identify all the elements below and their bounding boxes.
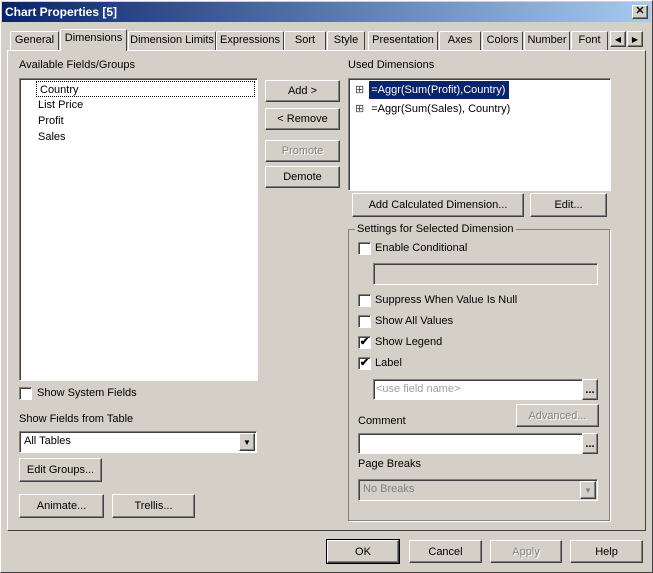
help-button[interactable]: Help bbox=[570, 540, 643, 563]
remove-button[interactable]: < Remove bbox=[265, 108, 340, 130]
ok-button[interactable]: OK bbox=[326, 539, 400, 564]
page-breaks-select[interactable]: No Breaks ▼ bbox=[358, 479, 598, 501]
list-item-dimension-1[interactable]: ⊞ =Aggr(Sum(Profit),Country) bbox=[351, 81, 608, 99]
label-input[interactable]: <use field name> bbox=[373, 379, 583, 400]
comment-input[interactable] bbox=[358, 433, 583, 454]
check-icon: ✔ bbox=[359, 357, 370, 369]
close-icon: ✕ bbox=[635, 5, 645, 17]
tab-colors[interactable]: Colors bbox=[482, 31, 523, 50]
available-fields-list[interactable]: Country List Price Profit Sales bbox=[19, 78, 258, 381]
show-all-values-checkbox[interactable] bbox=[358, 315, 371, 328]
list-item-list-price[interactable]: List Price bbox=[22, 97, 255, 113]
page-breaks-label: Page Breaks bbox=[358, 458, 421, 470]
list-item-profit[interactable]: Profit bbox=[22, 113, 255, 129]
apply-button[interactable]: Apply bbox=[490, 540, 562, 563]
arrow-left-icon: ◀ bbox=[614, 34, 622, 44]
cancel-button[interactable]: Cancel bbox=[409, 540, 482, 563]
show-all-values-label: Show All Values bbox=[375, 315, 454, 327]
tab-number[interactable]: Number bbox=[524, 31, 570, 50]
tab-dimension-limits[interactable]: Dimension Limits bbox=[128, 31, 216, 50]
animate-button[interactable]: Animate... bbox=[19, 494, 104, 518]
tab-general[interactable]: General bbox=[10, 31, 59, 50]
add-calculated-dimension-button[interactable]: Add Calculated Dimension... bbox=[352, 193, 524, 217]
list-item-sales[interactable]: Sales bbox=[22, 129, 255, 145]
show-legend-checkbox[interactable]: ✔ bbox=[358, 336, 371, 349]
table-select[interactable]: All Tables ▼ bbox=[19, 431, 257, 453]
trellis-button[interactable]: Trellis... bbox=[112, 494, 195, 518]
tab-style[interactable]: Style bbox=[327, 31, 365, 50]
tab-axes[interactable]: Axes bbox=[439, 31, 481, 50]
tab-dimensions[interactable]: Dimensions bbox=[60, 29, 127, 51]
suppress-null-checkbox[interactable] bbox=[358, 294, 371, 307]
tab-font[interactable]: Font bbox=[571, 31, 608, 50]
expand-icon[interactable]: ⊞ bbox=[355, 81, 364, 99]
demote-button[interactable]: Demote bbox=[265, 166, 340, 188]
label-checkbox[interactable]: ✔ bbox=[358, 357, 371, 370]
show-fields-from-table-label: Show Fields from Table bbox=[19, 413, 134, 425]
label-label: Label bbox=[375, 357, 402, 369]
table-select-value: All Tables bbox=[24, 435, 71, 447]
arrow-right-icon: ▶ bbox=[631, 34, 639, 44]
show-system-fields-label: Show System Fields bbox=[37, 387, 137, 399]
edit-button[interactable]: Edit... bbox=[530, 193, 607, 217]
check-icon: ✔ bbox=[359, 336, 370, 348]
add-button[interactable]: Add > bbox=[265, 80, 340, 102]
list-item-dimension-2[interactable]: ⊞ =Aggr(Sum(Sales), Country) bbox=[351, 99, 608, 119]
enable-conditional-checkbox[interactable] bbox=[358, 242, 371, 255]
tab-sort[interactable]: Sort bbox=[284, 31, 326, 50]
title-bar: Chart Properties [5] bbox=[2, 2, 651, 22]
edit-groups-button[interactable]: Edit Groups... bbox=[19, 458, 102, 482]
comment-ellipsis-button[interactable]: ... bbox=[582, 433, 598, 454]
settings-group-title: Settings for Selected Dimension bbox=[355, 223, 516, 235]
expand-icon[interactable]: ⊞ bbox=[355, 99, 364, 119]
used-dimensions-list[interactable]: ⊞ =Aggr(Sum(Profit),Country) ⊞ =Aggr(Sum(S… bbox=[348, 78, 611, 191]
comment-label: Comment bbox=[358, 415, 406, 427]
tab-presentation[interactable]: Presentation bbox=[368, 31, 438, 50]
suppress-null-label: Suppress When Value Is Null bbox=[375, 294, 518, 306]
show-legend-label: Show Legend bbox=[375, 336, 443, 348]
tab-expressions[interactable]: Expressions bbox=[216, 31, 284, 50]
tab-scroll-right-button[interactable]: ▶ bbox=[627, 31, 643, 47]
available-fields-label: Available Fields/Groups bbox=[19, 59, 135, 71]
show-system-fields-checkbox[interactable] bbox=[19, 387, 32, 400]
list-item-country[interactable]: Country bbox=[36, 81, 255, 97]
dropdown-arrow-icon[interactable]: ▼ bbox=[580, 481, 596, 499]
used-dimensions-label: Used Dimensions bbox=[348, 59, 435, 71]
tab-scroll-left-button[interactable]: ◀ bbox=[610, 31, 626, 47]
window-title: Chart Properties [5] bbox=[5, 5, 118, 19]
close-button[interactable]: ✕ bbox=[632, 5, 648, 19]
enable-conditional-label: Enable Conditional bbox=[375, 242, 468, 254]
advanced-button[interactable]: Advanced... bbox=[516, 404, 599, 427]
label-ellipsis-button[interactable]: ... bbox=[582, 379, 598, 400]
dropdown-arrow-icon[interactable]: ▼ bbox=[239, 433, 255, 451]
conditional-input[interactable] bbox=[373, 263, 598, 285]
page-breaks-value: No Breaks bbox=[363, 483, 415, 495]
promote-button[interactable]: Promote bbox=[265, 140, 340, 162]
